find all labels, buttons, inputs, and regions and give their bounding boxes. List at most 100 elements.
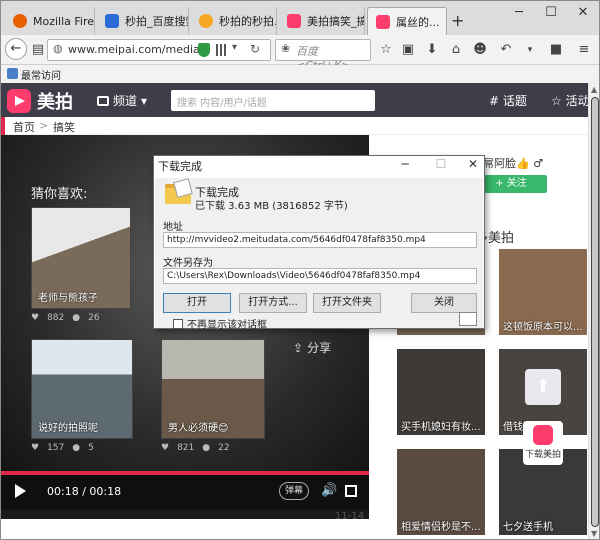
new-tab-button[interactable]: + <box>451 11 464 30</box>
download-app-button[interactable]: 下载美拍 <box>523 421 563 465</box>
volume-icon[interactable]: 🔊 <box>321 483 337 498</box>
share-icon: ⇪ <box>293 340 304 355</box>
recommend-title: 猜你喜欢: <box>31 187 88 202</box>
extension-icon[interactable]: ■ <box>547 41 565 59</box>
bookmark-folder-icon <box>7 68 18 79</box>
miaopai-icon <box>199 14 213 28</box>
qr-code-icon[interactable] <box>216 44 228 56</box>
saveas-label: 文件另存为 <box>163 258 213 269</box>
dont-show-again[interactable]: 不再显示该对话框 <box>173 316 267 331</box>
smiley-icon[interactable]: ☻ <box>471 41 489 59</box>
breadcrumb-home[interactable]: 首页 <box>13 119 35 135</box>
video-stats: ♥ 882 ● 26 <box>31 313 100 323</box>
globe-icon: ◍ <box>53 42 63 55</box>
open-folder-button[interactable]: 打开文件夹 <box>313 293 381 313</box>
tv-icon <box>97 95 109 106</box>
paw-icon: ❀ <box>281 42 291 55</box>
dialog-minimize-button[interactable]: ─ <box>396 157 414 171</box>
barrage-toggle[interactable]: 弹幕 <box>279 482 309 500</box>
chevron-down-icon: ▾ <box>141 93 148 108</box>
comment-icon: ● <box>72 313 81 323</box>
resize-grip-icon <box>459 312 477 326</box>
nav-bar: ← ▤ ◍ www.meipai.com/media/ ▾ ↻ ❀ 百度 <Ct… <box>1 35 599 72</box>
reload-icon[interactable]: ↻ <box>250 42 260 56</box>
close-button[interactable]: 关闭 <box>411 293 477 313</box>
tab-miaopai[interactable]: 秒拍的秒拍... <box>191 7 277 35</box>
player-controls: 00:18 / 00:18 弹幕 🔊 <box>1 475 369 509</box>
meipai-logo-icon <box>7 89 31 113</box>
saveas-field[interactable]: C:\Users\Rex\Downloads\Video\5646df0478f… <box>163 268 477 284</box>
recommended-video[interactable]: 男人必须硬😊 <box>161 339 265 439</box>
folder-icon <box>165 184 191 204</box>
activity-link[interactable]: ☆ 活动 <box>551 92 588 109</box>
video-stats: ♥ 157 ● 5 <box>31 443 94 453</box>
shield-icon <box>198 43 210 57</box>
bookmarks-bar: 最常访问 <box>1 65 599 83</box>
open-button[interactable]: 打开 <box>163 293 231 313</box>
scrollbar-thumb[interactable] <box>591 97 599 527</box>
site-logo[interactable]: 美拍 <box>7 88 73 114</box>
recommended-video[interactable]: 老师与熊孩子 <box>31 207 131 309</box>
minimize-button[interactable]: ─ <box>509 5 529 20</box>
fullscreen-icon[interactable] <box>345 485 357 497</box>
url-text: www.meipai.com/media/ <box>68 43 204 56</box>
tab-mozilla[interactable]: Mozilla Fire... <box>5 7 95 35</box>
checkbox[interactable] <box>173 318 183 329</box>
download-size: 已下载 3.63 MB (3816852 字节) <box>195 201 348 212</box>
share-button[interactable]: ⇪ 分享 <box>293 339 331 356</box>
page-indicator: 11-14 <box>335 511 365 522</box>
breadcrumb-current[interactable]: 搞笑 <box>53 119 75 135</box>
page-scrollbar[interactable]: ▲ ▼ <box>588 83 599 539</box>
site-search-input[interactable]: 搜索 内容/用户/话题 <box>171 90 375 111</box>
heart-icon: ♥ <box>31 313 40 323</box>
browser-window: Mozilla Fire... 秒拍_百度搜索 秒拍的秒拍... 美拍搞笑_搞.… <box>0 0 600 540</box>
comment-icon: ● <box>72 443 81 453</box>
url-bar[interactable]: ◍ www.meipai.com/media/ ▾ ↻ <box>47 39 271 61</box>
tab-meipai-funny[interactable]: 美拍搞笑_搞... <box>279 7 365 35</box>
star-icon[interactable]: ☆ <box>377 41 395 59</box>
back-button[interactable]: ← <box>5 38 27 60</box>
firefox-icon <box>13 14 27 28</box>
dialog-maximize-button: ☐ <box>435 157 447 171</box>
menu-icon[interactable]: ≡ <box>575 41 593 59</box>
search-input[interactable]: ❀ 百度 <Ctrl+K> <box>275 39 371 72</box>
reading-list-icon[interactable]: ▣ <box>399 41 417 59</box>
related-video[interactable]: 这顿饭原本可以... <box>499 249 587 335</box>
comment-icon: ● <box>202 443 211 453</box>
playback-time: 00:18 / 00:18 <box>47 485 122 498</box>
dialog-close-button[interactable]: ✕ <box>464 157 482 171</box>
related-video[interactable]: 相爱情侣秒是不... <box>397 449 485 535</box>
tab-strip: Mozilla Fire... 秒拍_百度搜索 秒拍的秒拍... 美拍搞笑_搞.… <box>1 1 599 35</box>
bookmark-most-visited[interactable]: 最常访问 <box>21 67 61 82</box>
undo-icon[interactable]: ↶ <box>497 41 515 59</box>
channel-menu[interactable]: 频道 ▾ <box>97 92 147 109</box>
home-page-icon[interactable]: ⌂ <box>447 41 465 59</box>
related-video[interactable]: 买手机媳妇有妆... <box>397 349 485 435</box>
download-dialog: 下载完成 ─ ☐ ✕ 下载完成 已下载 3.63 MB (3816852 字节)… <box>153 155 485 331</box>
back-to-top-button[interactable]: ⬆ <box>525 369 561 405</box>
play-icon[interactable] <box>15 484 26 498</box>
open-with-button[interactable]: 打开方式... <box>239 293 307 313</box>
chevron-down-icon[interactable]: ▾ <box>521 41 539 59</box>
address-label: 地址 <box>163 222 183 233</box>
user-name[interactable]: 屌阿脸👍 ♂ <box>483 155 543 171</box>
home-icon[interactable]: ▤ <box>29 41 47 59</box>
recommended-video[interactable]: 说好的拍照呢 <box>31 339 133 439</box>
maximize-button[interactable]: ☐ <box>541 5 561 20</box>
topics-link[interactable]: # 话题 <box>489 92 527 109</box>
dialog-body: 下载完成 已下载 3.63 MB (3816852 字节) 地址 http://… <box>155 178 483 331</box>
follow-button[interactable]: + 关注 <box>475 175 547 193</box>
breadcrumb: 首页 > 搞笑 <box>1 117 588 135</box>
dialog-title: 下载完成 <box>158 160 202 173</box>
close-window-button[interactable]: ✕ <box>573 5 593 20</box>
tab-active[interactable]: 属丝的... ✕ <box>367 7 447 35</box>
meipai-logo-icon <box>533 425 553 445</box>
tab-baidu[interactable]: 秒拍_百度搜索 <box>97 7 189 35</box>
address-field[interactable]: http://mvvideo2.meitudata.com/5646df0478… <box>163 232 477 248</box>
scroll-up-icon[interactable]: ▲ <box>591 85 597 94</box>
download-icon[interactable]: ⬇ <box>423 41 441 59</box>
scroll-down-icon[interactable]: ▼ <box>591 529 597 538</box>
site-header: 美拍 频道 ▾ 搜索 内容/用户/话题 # 话题 ☆ 活动 <box>1 83 588 117</box>
chevron-down-icon[interactable]: ▾ <box>232 42 237 53</box>
breadcrumb-accent <box>1 117 5 135</box>
